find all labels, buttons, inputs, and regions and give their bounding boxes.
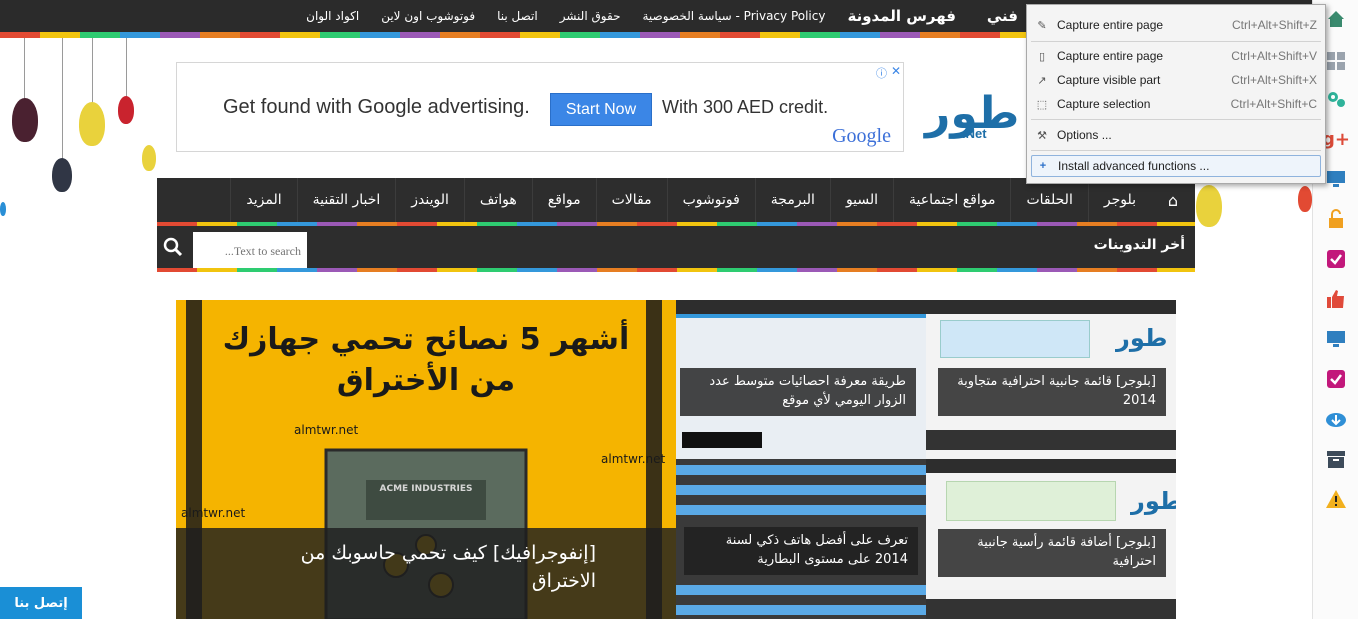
google-ad-banner[interactable]: ⓘ ✕ Get found with Google advertising. S…: [176, 62, 904, 152]
page-icon: ▯: [1038, 50, 1046, 63]
nav-item-websites[interactable]: مواقع: [531, 178, 596, 222]
nav-item-episodes[interactable]: الحلقات: [1010, 178, 1087, 222]
menu-capture-visible-part[interactable]: ↗ Capture visible part Ctrl+Alt+Shift+X: [1031, 69, 1321, 91]
wrench-icon: ⚒: [1037, 129, 1047, 142]
top-link-contact[interactable]: اتصل بنا: [497, 9, 538, 23]
menu-capture-selection[interactable]: ⬚ Capture selection Ctrl+Alt+Shift+C: [1031, 93, 1321, 115]
nav-item-phones[interactable]: هواتف: [463, 178, 532, 222]
nav-item-tech-news[interactable]: اخبار التقنية: [296, 178, 396, 222]
search-input[interactable]: [193, 232, 307, 270]
nav-item-blogger[interactable]: بلوجر: [1087, 178, 1151, 222]
nav-item-programming[interactable]: البرمجة: [754, 178, 830, 222]
latest-stripe: [157, 268, 1195, 272]
featured-post-3[interactable]: تعرف على أفضل هاتف ذكي لسنة 2014 على مست…: [676, 459, 926, 619]
menu-install-advanced[interactable]: + Install advanced functions ...: [1031, 155, 1321, 177]
unlock-icon[interactable]: [1323, 206, 1349, 232]
top-link-clipped[interactable]: فني: [978, 7, 1018, 25]
top-link-copyright[interactable]: حقوق النشر: [560, 9, 621, 23]
ad-info-icon[interactable]: ⓘ: [876, 65, 887, 81]
google-plus-icon[interactable]: g+: [1322, 126, 1350, 152]
ad-headline: Get found with Google advertising.: [223, 96, 530, 118]
pen-icon: ✎: [1037, 19, 1047, 32]
menu-capture-entire-page[interactable]: ▯ Capture entire page Ctrl+Alt+Shift+V: [1031, 45, 1321, 67]
post-caption[interactable]: [بلوجر] أضافة قائمة رأسية جانبية احترافي…: [938, 529, 1166, 577]
ad-google-logo: Google: [832, 125, 891, 147]
main-nav: ⌂ بلوجر الحلقات مواقع اجتماعية السيو الب…: [157, 178, 1195, 222]
nav-item-windows[interactable]: الويندز: [395, 178, 464, 222]
contact-us-button[interactable]: إتصل بنا: [0, 587, 82, 619]
menu-options[interactable]: ⚒ Options ...: [1031, 124, 1321, 146]
capture-context-menu: ✎ Capture entire page Ctrl+Alt+Shift+Z ▯…: [1026, 4, 1326, 184]
watermark-text: almtwr.net: [294, 423, 359, 437]
post-caption[interactable]: [بلوجر] قائمة جانبية احترافية متجاوبة 20…: [938, 368, 1166, 416]
thumbs-up-icon[interactable]: [1323, 286, 1349, 312]
featured-post-2[interactable]: طور [بلوجر] قائمة جانبية احترافية متجاوب…: [926, 300, 1176, 459]
post-caption[interactable]: تعرف على أفضل هاتف ذكي لسنة 2014 على مست…: [684, 527, 918, 575]
monitor-icon[interactable]: [1323, 326, 1349, 352]
checkbox-icon[interactable]: [1323, 246, 1349, 272]
acme-box-label: ACME INDUSTRIES: [379, 484, 473, 494]
selection-icon: ⬚: [1036, 98, 1048, 111]
warning-icon[interactable]: [1323, 486, 1349, 512]
top-links: فني فهرس المدونة سياسة الخصوصية - Privac…: [306, 0, 1018, 32]
top-link-photoshop[interactable]: فوتوشوب اون لاين: [381, 9, 475, 23]
monitor-icon[interactable]: [1323, 166, 1349, 192]
latest-posts-title: أخر التدوينات: [1093, 237, 1185, 253]
featured-post-main[interactable]: أشهر 5 نصائح تحمي جهازك من الأختراق almt…: [176, 300, 676, 619]
nav-item-seo[interactable]: السيو: [829, 178, 893, 222]
latest-posts-bar: أخر التدوينات: [157, 226, 1195, 270]
cloud-download-icon[interactable]: [1323, 406, 1349, 432]
ad-close-icon[interactable]: ✕: [891, 64, 901, 78]
nav-item-more[interactable]: المزيد: [230, 178, 296, 222]
menu-capture-entire-page-edit[interactable]: ✎ Capture entire page Ctrl+Alt+Shift+Z: [1031, 14, 1321, 36]
ad-offer-text: With 300 AED credit.: [662, 97, 829, 117]
archive-icon[interactable]: [1323, 446, 1349, 472]
post-caption[interactable]: طريقة معرفة احصائيات متوسط عدد الزوار ال…: [680, 368, 916, 416]
gears-icon[interactable]: [1323, 86, 1349, 112]
visible-icon: ↗: [1037, 74, 1047, 87]
site-logo-suffix: .Net: [962, 126, 987, 141]
nav-items: ⌂ بلوجر الحلقات مواقع اجتماعية السيو الب…: [230, 178, 1195, 222]
home-icon[interactable]: [1323, 6, 1349, 32]
nav-item-articles[interactable]: مقالات: [595, 178, 667, 222]
featured-post-4[interactable]: طور [بلوجر] أضافة قائمة رأسية جانبية احت…: [926, 459, 1176, 619]
featured-post-1[interactable]: طريقة معرفة احصائيات متوسط عدد الزوار ال…: [676, 300, 926, 459]
watermark-text: almtwr.net: [601, 452, 666, 466]
search-icon[interactable]: [161, 235, 185, 259]
top-link-privacy[interactable]: سياسة الخصوصية - Privacy Policy: [642, 9, 825, 23]
home-icon[interactable]: ⌂: [1151, 178, 1195, 222]
watermark-text: almtwr.net: [181, 506, 246, 520]
top-link-color-codes[interactable]: اكواد الوان: [306, 9, 359, 23]
nav-item-photoshop[interactable]: فوتوشوب: [666, 178, 755, 222]
plus-icon: +: [1039, 160, 1047, 172]
windows-icon[interactable]: [1323, 48, 1349, 74]
ad-start-now-button[interactable]: Start Now: [550, 93, 652, 126]
featured-caption[interactable]: [إنفوجرافيك] كيف تحمي حاسوبك من الاختراق: [176, 528, 676, 619]
infographic-title: أشهر 5 نصائح تحمي جهازك من الأختراق: [222, 322, 630, 398]
top-link-blog-index[interactable]: فهرس المدونة: [847, 7, 956, 25]
nav-item-social[interactable]: مواقع اجتماعية: [893, 178, 1010, 222]
checkbox-icon[interactable]: [1323, 366, 1349, 392]
